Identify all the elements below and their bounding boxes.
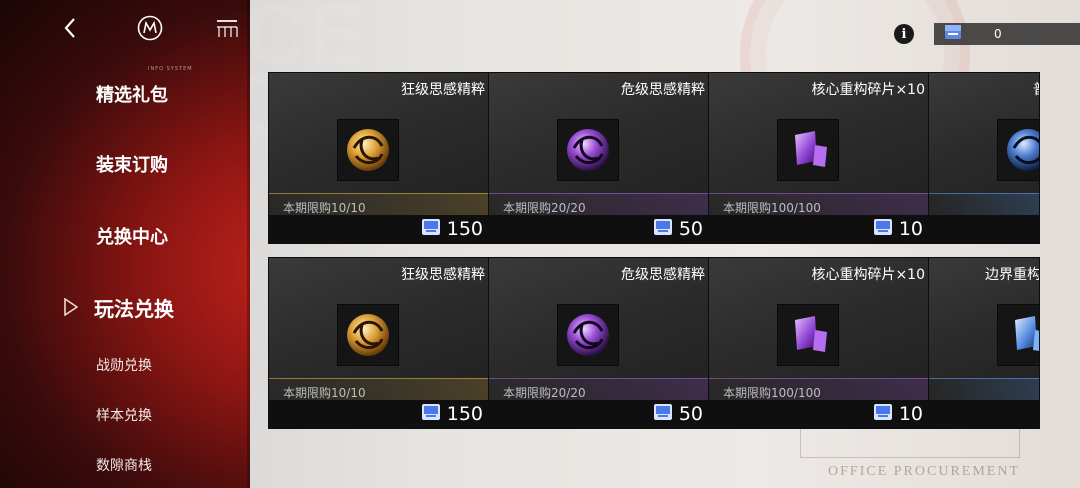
- price-bar: 10: [709, 215, 935, 243]
- price-value: 50: [678, 218, 703, 240]
- purchase-limit: 本期限购20/20: [503, 386, 586, 400]
- shop-card[interactable]: 危级思感精粹 本期限购20/20 50: [488, 257, 716, 429]
- price-bar: 50: [489, 215, 715, 243]
- sidebar-item-label: 战勋兑换: [96, 358, 152, 374]
- card-item-name: 危级思感精粹: [621, 267, 705, 283]
- price-value: 150: [446, 218, 483, 240]
- item-frame: [777, 119, 839, 181]
- card-item-name: 边界重构: [985, 267, 1040, 283]
- price-bar: 50: [489, 400, 715, 428]
- blue-orb-icon: [1007, 129, 1039, 171]
- shop-card[interactable]: 普: [928, 72, 1040, 244]
- sidebar-item-label: 兑换中心: [96, 227, 168, 248]
- price-bar: [929, 400, 1039, 428]
- item-frame: [557, 119, 619, 181]
- shop-card[interactable]: 边界重构: [928, 257, 1040, 429]
- menu-icon: [217, 20, 238, 37]
- card-item-name: 危级思感精粹: [621, 82, 705, 98]
- sidebar-item-label: 样本兑换: [96, 408, 152, 424]
- gold-orb-icon: [347, 314, 389, 356]
- card-item-name: 狂级思感精粹: [401, 82, 485, 98]
- purple-shard-icon: [795, 131, 827, 167]
- purple-shard-icon: [795, 316, 827, 352]
- purple-orb-icon: [567, 314, 609, 356]
- card-item-name: 狂级思感精粹: [401, 267, 485, 283]
- shop-card[interactable]: 狂级思感精粹 本期限购10/10 150: [268, 72, 496, 244]
- sidebar-item-battle-merit-exchange[interactable]: 战勋兑换: [0, 354, 250, 376]
- ticket-icon: [873, 403, 893, 425]
- price-value: 10: [898, 218, 923, 240]
- purple-orb-icon: [567, 129, 609, 171]
- purchase-limit: 本期限购10/10: [283, 201, 366, 215]
- rarity-gradient: [929, 378, 1039, 400]
- ticket-icon: [653, 218, 673, 240]
- card-item-name: 普: [1033, 79, 1039, 99]
- ticket-icon: [873, 218, 893, 240]
- purchase-limit: 本期限购20/20: [503, 201, 586, 215]
- currency-amount: 0: [994, 27, 1002, 41]
- back-button[interactable]: [58, 14, 82, 42]
- sidebar-item-gameplay-exchange[interactable]: 玩法兑换: [0, 292, 250, 322]
- price-bar: 150: [269, 215, 495, 243]
- card-item-name: 核心重构碎片×10: [811, 82, 925, 98]
- purchase-limit: 本期限购10/10: [283, 386, 366, 400]
- triangle-marker-icon: [64, 298, 78, 316]
- sidebar-item-outfit-order[interactable]: 装束订购: [0, 150, 250, 178]
- price-bar: 150: [269, 400, 495, 428]
- shop-card[interactable]: 核心重构碎片×10 本期限购100/100 10: [708, 72, 936, 244]
- currency-bar[interactable]: 0: [934, 23, 1080, 45]
- gold-orb-icon: [347, 129, 389, 171]
- sidebar-item-featured-packs[interactable]: 精选礼包: [0, 80, 250, 108]
- sidebar-item-label: 数隙商栈: [96, 458, 152, 474]
- blue-shard-icon: [1015, 316, 1039, 351]
- item-frame: [337, 304, 399, 366]
- sidebar: INFO SYSTEM 精选礼包 装束订购 兑换中心 玩法兑换 战勋兑换 样本兑…: [0, 0, 250, 488]
- ticket-icon: [653, 403, 673, 425]
- info-icon[interactable]: i: [894, 24, 914, 44]
- item-frame: [557, 304, 619, 366]
- rarity-gradient: [929, 193, 1039, 215]
- price-value: 50: [678, 403, 703, 425]
- item-frame: [777, 304, 839, 366]
- card-item-name: 核心重构碎片×10: [811, 267, 925, 283]
- chevron-left-icon: [64, 18, 75, 38]
- ticket-icon: [421, 218, 441, 240]
- purchase-limit: 本期限购100/100: [723, 386, 821, 400]
- price-value: 10: [898, 403, 923, 425]
- sidebar-item-label: 玩法兑换: [94, 296, 174, 321]
- price-bar: 10: [709, 400, 935, 428]
- system-caption: INFO SYSTEM: [148, 66, 193, 72]
- sidebar-item-data-gap-shop[interactable]: 数隙商栈: [0, 454, 250, 476]
- price-value: 150: [446, 403, 483, 425]
- background-footer-text: OFFICE PROCUREMENT: [828, 464, 1020, 479]
- sidebar-item-label: 精选礼包: [96, 85, 168, 106]
- sidebar-item-sample-exchange[interactable]: 样本兑换: [0, 404, 250, 426]
- item-frame: [997, 119, 1039, 181]
- item-frame: [337, 119, 399, 181]
- logo-button[interactable]: [136, 14, 164, 42]
- shop-card[interactable]: 核心重构碎片×10 本期限购100/100 10: [708, 257, 936, 429]
- ticket-icon: [421, 403, 441, 425]
- menu-button[interactable]: [214, 14, 240, 42]
- m-logo-icon: [137, 15, 163, 41]
- item-frame: [997, 304, 1039, 366]
- purchase-limit: 本期限购100/100: [723, 201, 821, 215]
- shop-card[interactable]: 狂级思感精粹 本期限购10/10 150: [268, 257, 496, 429]
- price-bar: [929, 215, 1039, 243]
- shop-card[interactable]: 危级思感精粹 本期限购20/20 50: [488, 72, 716, 244]
- sidebar-item-label: 装束订购: [96, 155, 168, 176]
- ticket-icon: [944, 24, 962, 44]
- sidebar-item-exchange-center[interactable]: 兑换中心: [0, 222, 250, 250]
